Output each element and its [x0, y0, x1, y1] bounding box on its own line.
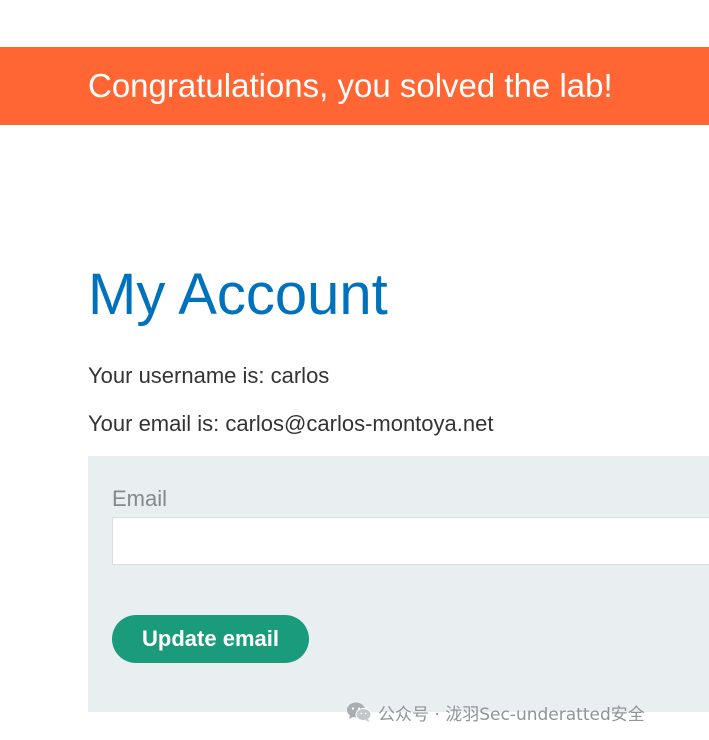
email-text: Your email is: carlos@carlos-montoya.net	[88, 411, 494, 436]
wechat-icon	[347, 702, 372, 722]
page-title: My Account	[88, 262, 388, 327]
banner-message: Congratulations, you solved the lab!	[88, 67, 613, 104]
lab-solved-banner: Congratulations, you solved the lab!	[0, 47, 709, 125]
update-email-form: Email Update email	[88, 456, 709, 712]
email-input[interactable]	[112, 517, 709, 565]
watermark: 公众号 · 泷羽Sec-underatted安全	[346, 700, 645, 725]
email-label: Email	[112, 486, 168, 511]
username-text: Your username is: carlos	[88, 363, 330, 388]
watermark-text: 公众号 · 泷羽Sec-underatted安全	[378, 704, 645, 725]
update-email-button[interactable]: Update email	[112, 615, 309, 663]
